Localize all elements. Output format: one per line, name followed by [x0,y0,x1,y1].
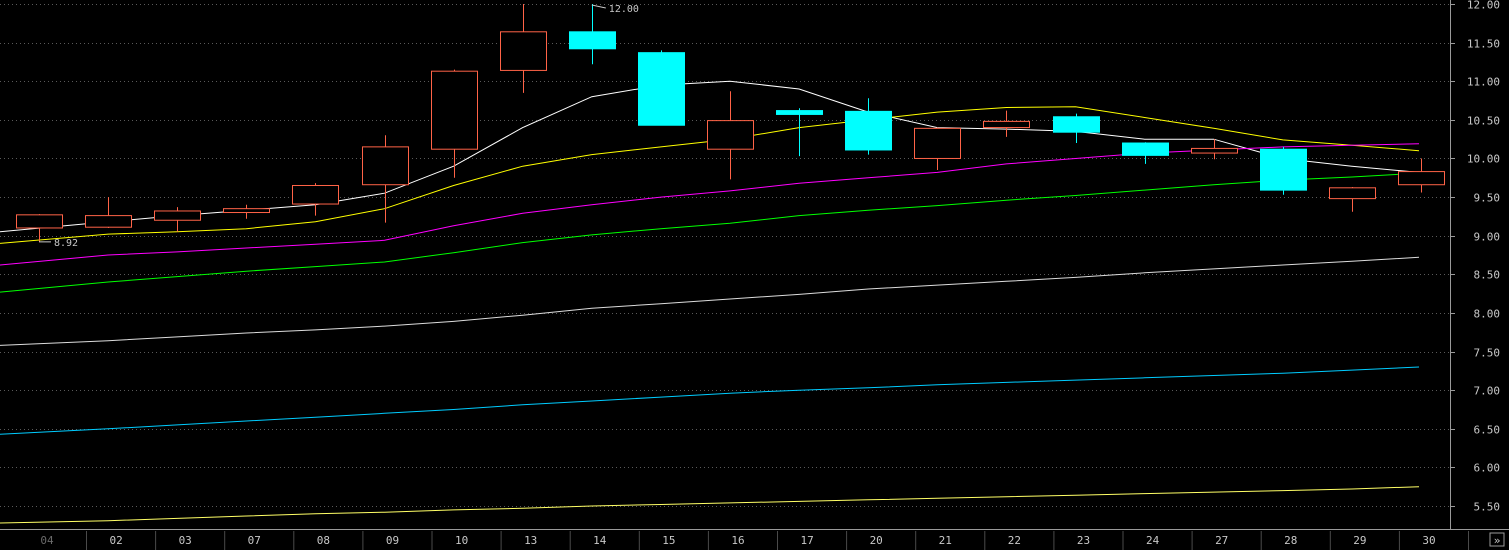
expand-button-label: » [1494,534,1501,547]
x-tick-label: 07 [248,534,261,547]
candle-body [1122,142,1169,156]
x-tick-label: 21 [939,534,952,547]
x-tick-label: 08 [317,534,330,547]
candle-body [638,52,685,126]
candle-body [223,208,270,214]
candle-body [362,146,409,186]
x-tick-label: 28 [1284,534,1297,547]
annotation-label: 12.00 [609,4,639,15]
x-tick-label: 14 [593,534,607,547]
candle-body [154,210,201,221]
candle-body [1329,187,1376,200]
y-tick-label: 6.00 [1474,462,1501,475]
candle [1260,146,1307,195]
x-tick-label: 30 [1422,534,1435,547]
x-tick-label: 02 [109,534,122,547]
x-tick-label: 09 [386,534,399,547]
candle-body [914,127,961,159]
x-tick-label: 04 [40,534,54,547]
candle-body [707,120,754,150]
y-tick-label: 8.50 [1474,269,1501,282]
y-tick-label: 5.50 [1474,501,1501,514]
candle-body [431,70,478,150]
candle-body [983,120,1030,129]
candle-body [1398,171,1445,186]
candle-body [16,214,63,229]
y-tick-label: 9.50 [1474,192,1501,205]
y-tick-label: 10.00 [1467,153,1500,166]
candle-body [500,31,547,71]
candle-body [85,215,132,228]
candle [638,50,685,126]
x-tick-label: 16 [731,534,744,547]
x-tick-label: 03 [179,534,192,547]
y-tick-label: 12.00 [1467,0,1500,12]
x-tick-label: 29 [1353,534,1366,547]
x-tick-label: 27 [1215,534,1228,547]
x-tick-label: 10 [455,534,468,547]
x-tick-label: 17 [800,534,813,547]
candle-body [569,31,616,50]
x-tick-label: 24 [1146,534,1160,547]
y-tick-label: 6.50 [1474,424,1501,437]
x-tick-label: 15 [662,534,675,547]
candle-body [1260,148,1307,191]
y-tick-label: 7.50 [1474,347,1501,360]
chart-background [0,0,1509,550]
candle-body [292,184,339,205]
y-tick-label: 8.00 [1474,308,1501,321]
x-tick-label: 20 [870,534,883,547]
chart-nav: » [1489,532,1505,547]
candlestick-chart: 8.92 12.00 12.00 11.50 11.00 10.50 10.00 9.50 9… [0,0,1509,550]
candle-body [1191,147,1238,154]
expand-chart-button[interactable]: » [1489,532,1505,547]
candle-body [1053,116,1100,133]
x-tick-label: 13 [524,534,537,547]
y-tick-label: 11.00 [1467,76,1500,89]
annotation-label: 8.92 [54,238,78,249]
x-tick-label: 22 [1008,534,1021,547]
x-tick-label: 23 [1077,534,1090,547]
candle-body [776,110,823,115]
y-tick-label: 7.00 [1474,385,1501,398]
y-tick-label: 9.00 [1474,231,1501,244]
candle-body [845,110,892,151]
y-tick-label: 11.50 [1467,38,1500,51]
y-tick-label: 10.50 [1467,115,1500,128]
